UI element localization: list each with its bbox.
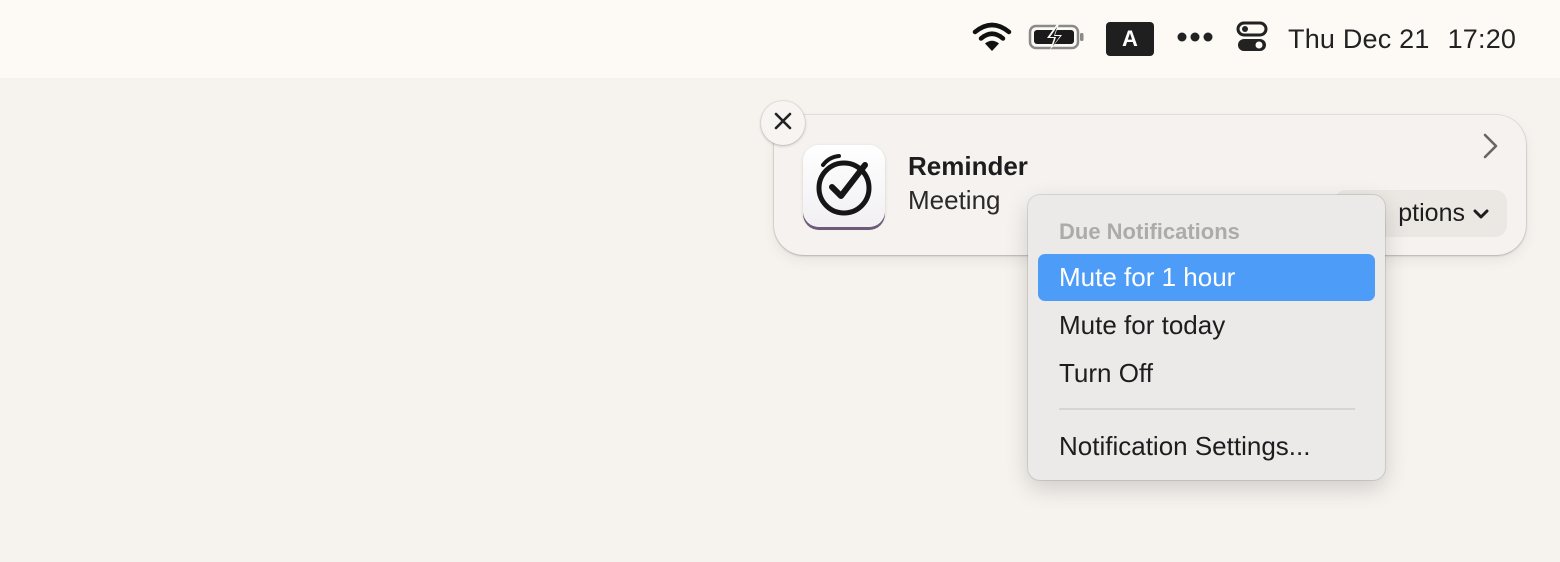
menu-bar: A Thu Dec 21 17:20 — [0, 0, 1560, 78]
battery-status[interactable] — [1028, 0, 1088, 78]
more-menu-extras[interactable] — [1176, 0, 1216, 78]
input-source-menu[interactable]: A — [1106, 0, 1154, 78]
clock-date: Thu Dec 21 — [1288, 23, 1430, 54]
chevron-down-icon — [1473, 208, 1489, 220]
menu-item-turn-off[interactable]: Turn Off — [1038, 350, 1375, 397]
chevron-right-icon — [1480, 133, 1502, 165]
notification-close-button[interactable] — [761, 101, 805, 145]
reminder-app-icon — [803, 145, 885, 227]
menu-item-mute-1-hour[interactable]: Mute for 1 hour — [1038, 254, 1375, 301]
options-label: ptions — [1398, 199, 1465, 227]
notification-title: Reminder — [908, 151, 1028, 181]
more-icon — [1176, 30, 1214, 48]
menu-item-label: Notification Settings... — [1059, 431, 1311, 461]
menu-separator — [1059, 408, 1355, 410]
reminder-clock-check-icon — [816, 154, 872, 216]
notification-body: Meeting — [908, 185, 1001, 215]
clock-time: 17:20 — [1447, 23, 1517, 54]
menu-item-label: Mute for 1 hour — [1059, 262, 1236, 292]
menu-item-label: Mute for today — [1059, 310, 1226, 340]
control-center-icon — [1236, 21, 1268, 58]
menu-item-notification-settings[interactable]: Notification Settings... — [1038, 423, 1375, 470]
menu-item-label: Turn Off — [1059, 358, 1153, 388]
input-source-label: A — [1122, 26, 1138, 51]
close-icon — [774, 112, 792, 135]
input-source-icon: A — [1106, 22, 1154, 56]
battery-charging-icon — [1028, 23, 1086, 56]
control-center[interactable] — [1236, 0, 1268, 78]
menu-section-header: Due Notifications — [1059, 219, 1240, 244]
notification-expand-button[interactable] — [1480, 131, 1502, 161]
options-dropdown-menu: Due Notifications Mute for 1 hour Mute f… — [1028, 195, 1385, 480]
wifi-status[interactable] — [972, 0, 1012, 78]
wifi-icon — [972, 21, 1012, 58]
menubar-clock[interactable]: Thu Dec 21 17:20 — [1288, 0, 1516, 78]
menu-item-mute-today[interactable]: Mute for today — [1038, 302, 1375, 349]
